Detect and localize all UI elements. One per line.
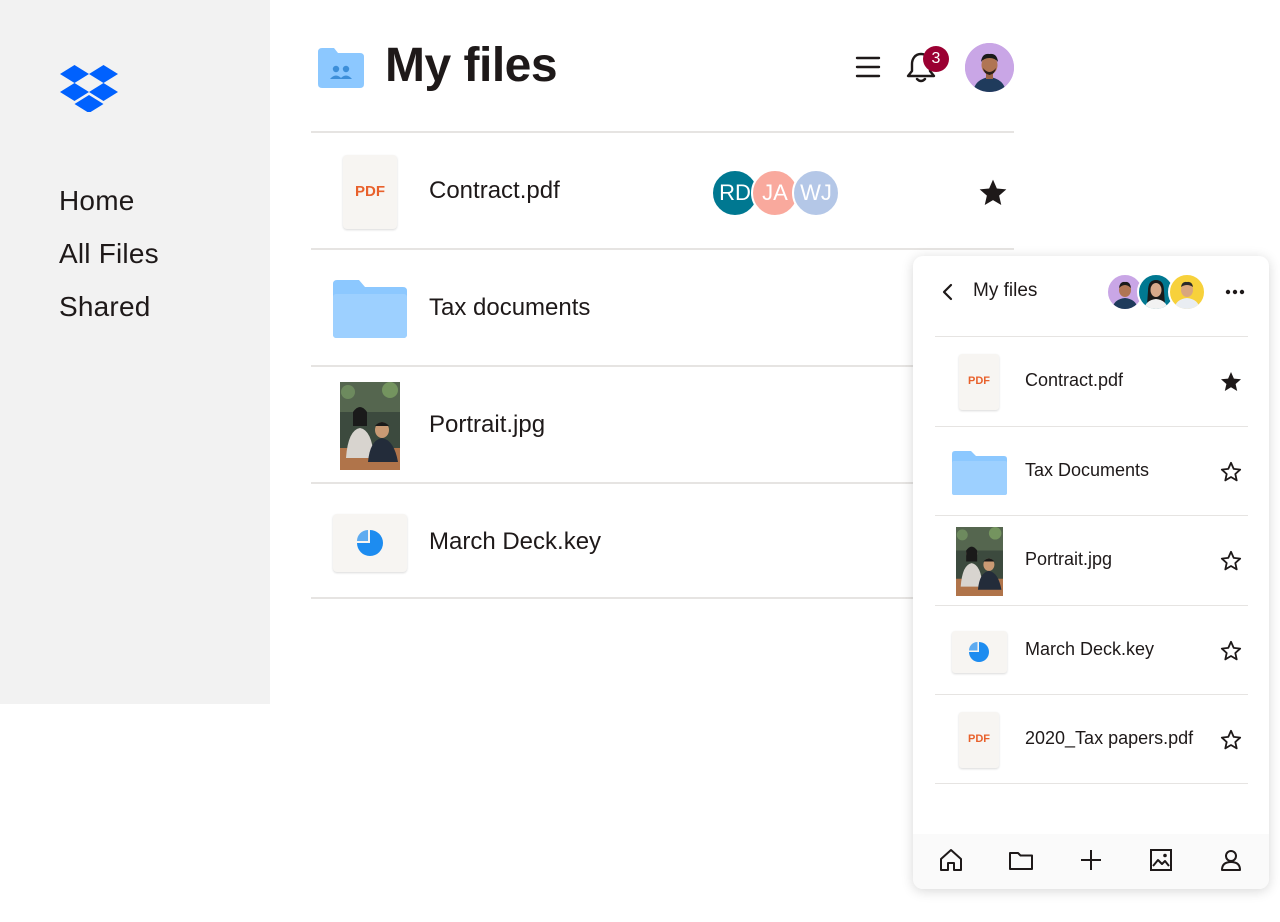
home-icon[interactable] (938, 847, 964, 873)
mobile-file-row-tax-documents[interactable]: Tax Documents (935, 425, 1248, 516)
mobile-file-row-contract[interactable]: PDF Contract.pdf (935, 336, 1248, 426)
pie-chart-icon (969, 641, 989, 662)
pdf-thumb-label: PDF (968, 733, 990, 745)
user-avatar[interactable] (965, 43, 1014, 92)
folder-icon (333, 280, 407, 338)
star-filled-icon[interactable] (1219, 370, 1243, 394)
file-name[interactable]: March Deck.key (429, 528, 601, 556)
sidebar-item-all-files[interactable]: All Files (59, 227, 159, 280)
photo-thumbnail (956, 527, 1003, 596)
sidebar-nav: Home All Files Shared (59, 174, 159, 333)
file-name[interactable]: March Deck.key (1025, 639, 1154, 660)
account-icon[interactable] (1218, 847, 1244, 873)
mobile-file-row-tax-papers[interactable]: PDF 2020_Tax papers.pdf (935, 694, 1248, 784)
file-name[interactable]: Tax Documents (1025, 460, 1149, 481)
sidebar-item-shared[interactable]: Shared (59, 280, 159, 333)
pdf-thumb-label: PDF (355, 183, 385, 200)
notification-badge: 3 (923, 46, 949, 72)
file-row-contract[interactable]: PDF Contract.pdf RD JA WJ (311, 131, 1014, 248)
pdf-file-icon: PDF (343, 155, 397, 229)
dropbox-logo-icon[interactable] (60, 64, 118, 112)
file-row-march-deck[interactable]: March Deck.key (311, 482, 1014, 599)
mobile-title: My files (973, 280, 1038, 301)
chevron-left-icon[interactable] (939, 282, 957, 302)
mobile-file-list: PDF Contract.pdf Tax Documents Portrait.… (935, 336, 1248, 784)
file-name[interactable]: Portrait.jpg (429, 411, 545, 439)
pie-chart-icon (357, 530, 383, 556)
sidebar-item-home[interactable]: Home (59, 174, 159, 227)
file-row-tax-documents[interactable]: Tax documents (311, 248, 1014, 365)
user-avatar-image (965, 43, 1014, 92)
file-name[interactable]: Portrait.jpg (1025, 549, 1112, 570)
member-avatar-image (1174, 281, 1200, 309)
photos-icon[interactable] (1148, 847, 1174, 873)
file-name[interactable]: Contract.pdf (429, 177, 560, 205)
star-outline-icon[interactable] (1219, 639, 1243, 663)
pdf-thumb-label: PDF (968, 375, 990, 387)
page-title: My files (385, 39, 558, 92)
file-name[interactable]: Contract.pdf (1025, 370, 1123, 391)
pdf-file-icon: PDF (959, 712, 999, 768)
sidebar: Home All Files Shared (0, 0, 270, 704)
notifications-button[interactable]: 3 (905, 46, 949, 90)
folder-icon (952, 450, 1007, 495)
plus-icon[interactable] (1078, 847, 1104, 873)
star-outline-icon[interactable] (1219, 460, 1243, 484)
collaborator-avatar: WJ (792, 169, 840, 217)
star-filled-icon[interactable] (977, 177, 1009, 209)
member-avatar (1168, 273, 1206, 311)
mobile-app-window: My files PDF Contract.pdf Tax Documents … (913, 256, 1269, 889)
mobile-file-row-portrait[interactable]: Portrait.jpg (935, 515, 1248, 605)
more-horizontal-icon[interactable] (1225, 282, 1245, 302)
collaborator-avatars[interactable]: RD JA WJ (711, 169, 851, 217)
folder-icon[interactable] (1008, 847, 1034, 873)
file-name[interactable]: Tax documents (429, 294, 590, 322)
star-outline-icon[interactable] (1219, 728, 1243, 752)
deck-file-icon (952, 630, 1007, 673)
mobile-file-row-march-deck[interactable]: March Deck.key (935, 604, 1248, 695)
pdf-file-icon: PDF (959, 354, 999, 410)
file-list: PDF Contract.pdf RD JA WJ Tax documents (311, 131, 1014, 599)
file-row-portrait[interactable]: Portrait.jpg (311, 365, 1014, 482)
photo-thumbnail (340, 382, 400, 470)
deck-file-icon (333, 514, 407, 572)
hamburger-menu-icon[interactable] (855, 54, 881, 80)
shared-folder-icon (318, 48, 364, 88)
shared-member-avatars[interactable] (1106, 273, 1211, 311)
star-outline-icon[interactable] (1219, 549, 1243, 573)
file-name[interactable]: 2020_Tax papers.pdf (1025, 728, 1193, 749)
mobile-tab-bar (913, 834, 1269, 889)
